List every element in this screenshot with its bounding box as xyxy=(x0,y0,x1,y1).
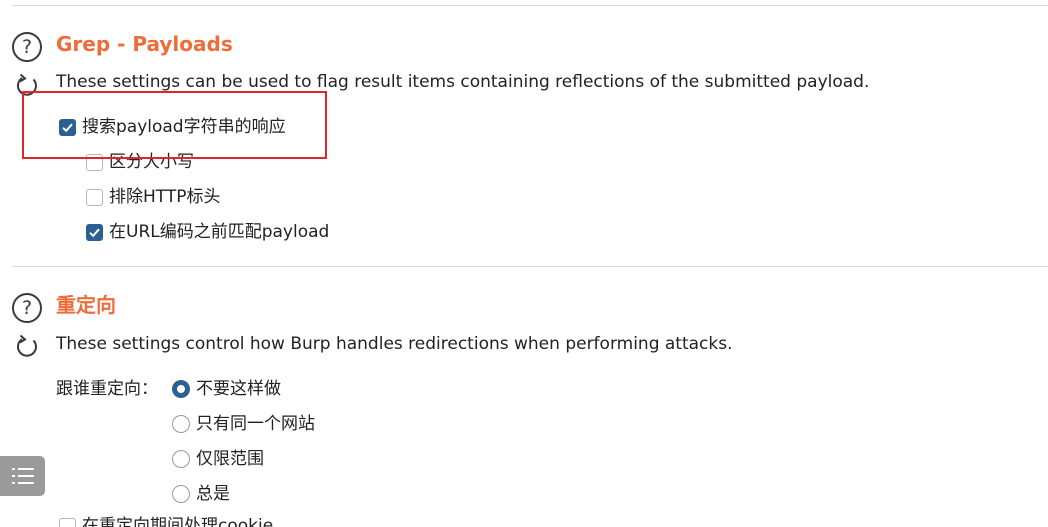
option-label: 区分大小写 xyxy=(109,152,194,172)
radio-label: 总是 xyxy=(196,484,230,504)
option-match-before-url-encoding[interactable]: 在URL编码之前匹配payload xyxy=(86,220,329,244)
option-case-sensitive[interactable]: 区分大小写 xyxy=(86,150,194,174)
option-label: 在重定向期间处理cookie xyxy=(82,516,274,527)
checkbox[interactable] xyxy=(86,188,103,206)
follow-redirections-label: 跟谁重定向： xyxy=(56,379,158,399)
help-icon[interactable]: ? xyxy=(12,293,42,323)
radio-in-scope-only[interactable]: 仅限范围 xyxy=(172,447,264,471)
radio-button[interactable] xyxy=(172,380,190,398)
option-search-payload-strings[interactable]: 搜索payload字符串的响应 xyxy=(59,115,286,139)
option-label: 在URL编码之前匹配payload xyxy=(109,222,330,242)
list-menu-button[interactable] xyxy=(0,456,45,496)
settings-page: ? Grep - Payloads These settings can be … xyxy=(0,0,1048,527)
grep-payloads-description: These settings can be used to flag resul… xyxy=(56,72,870,92)
redirections-description: These settings control how Burp handles … xyxy=(56,334,733,354)
checkbox[interactable] xyxy=(59,517,76,527)
divider-top xyxy=(12,5,1048,6)
radio-button[interactable] xyxy=(172,485,190,503)
grep-payloads-title: Grep - Payloads xyxy=(56,32,233,56)
radio-label: 仅限范围 xyxy=(196,449,264,469)
refresh-icon[interactable] xyxy=(13,333,41,361)
option-process-cookies-in-redirections[interactable]: 在重定向期间处理cookie xyxy=(59,514,273,527)
radio-label: 只有同一个网站 xyxy=(196,414,315,434)
option-label: 排除HTTP标头 xyxy=(109,187,221,207)
redirections-title: 重定向 xyxy=(56,293,116,317)
radio-always[interactable]: 总是 xyxy=(172,482,230,506)
radio-on-site-only[interactable]: 只有同一个网站 xyxy=(172,412,315,436)
radio-button[interactable] xyxy=(172,450,190,468)
radio-label: 不要这样做 xyxy=(196,379,281,399)
option-label: 搜索payload字符串的响应 xyxy=(82,117,286,137)
help-icon[interactable]: ? xyxy=(12,32,42,62)
option-exclude-http-headers[interactable]: 排除HTTP标头 xyxy=(86,185,221,209)
radio-never[interactable]: 不要这样做 xyxy=(172,377,281,401)
divider-middle xyxy=(12,266,1048,267)
checkbox[interactable] xyxy=(86,153,103,171)
checkbox[interactable] xyxy=(86,223,103,241)
radio-button[interactable] xyxy=(172,415,190,433)
refresh-icon[interactable] xyxy=(13,72,41,100)
checkbox[interactable] xyxy=(59,118,76,136)
list-menu-icon xyxy=(11,468,34,484)
